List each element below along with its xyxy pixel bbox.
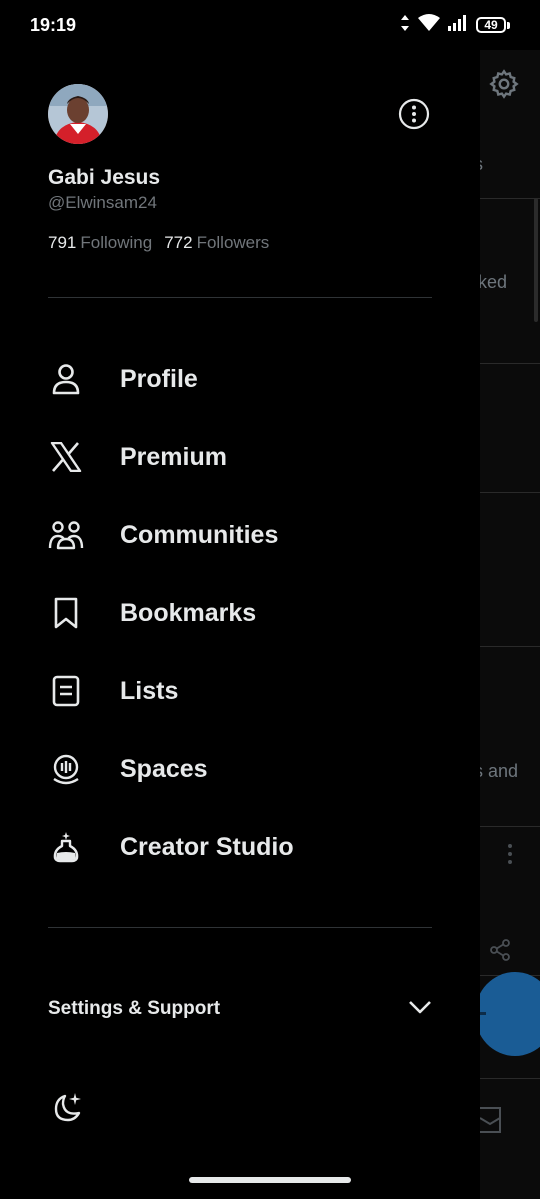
menu-item-spaces[interactable]: Spaces xyxy=(48,741,448,797)
status-time: 19:19 xyxy=(30,14,77,35)
compose-plus-icon xyxy=(480,1012,486,1015)
home-indicator[interactable] xyxy=(189,1177,351,1183)
settings-support-label: Settings & Support xyxy=(48,998,221,1019)
wifi-icon xyxy=(418,13,440,37)
menu-item-lists[interactable]: Lists xyxy=(48,663,448,719)
followers-count[interactable]: 772 xyxy=(164,233,192,253)
following-count[interactable]: 791 xyxy=(48,233,76,253)
spaces-icon xyxy=(48,751,84,787)
background-text: iked xyxy=(480,272,508,292)
menu-label: Lists xyxy=(120,676,179,705)
menu-item-premium[interactable]: Premium xyxy=(48,429,448,485)
flask-icon xyxy=(48,829,84,865)
avatar[interactable] xyxy=(48,84,108,144)
messages-icon[interactable] xyxy=(478,1106,504,1139)
battery-icon: 49 xyxy=(476,17,510,33)
menu-item-communities[interactable]: Communities xyxy=(48,507,448,563)
menu-item-profile[interactable]: Profile xyxy=(48,351,448,407)
list-icon xyxy=(48,673,84,709)
background-scrollbar xyxy=(534,198,538,322)
background-text: s xyxy=(480,154,483,175)
display-name[interactable]: Gabi Jesus xyxy=(48,166,160,190)
status-icons: 49 xyxy=(400,13,510,37)
menu-label: Bookmarks xyxy=(120,598,257,627)
more-options-icon[interactable] xyxy=(398,98,430,130)
status-bar: 19:19 49 xyxy=(0,0,540,50)
menu-label: Spaces xyxy=(120,754,208,783)
user-handle: @Elwinsam24 xyxy=(48,193,157,212)
signal-icon xyxy=(448,14,468,36)
menu-item-creator-studio[interactable]: Creator Studio xyxy=(48,819,448,875)
gear-icon[interactable] xyxy=(488,68,520,105)
followers-label[interactable]: Followers xyxy=(197,233,270,253)
settings-support-toggle[interactable]: Settings & Support xyxy=(48,990,432,1028)
menu-label: Profile xyxy=(120,364,198,393)
share-icon[interactable] xyxy=(488,938,512,967)
divider xyxy=(48,297,432,298)
chevron-down-icon xyxy=(408,1000,432,1019)
moon-icon[interactable] xyxy=(48,1090,84,1126)
person-icon xyxy=(48,361,84,397)
x-logo-icon xyxy=(48,439,84,475)
more-vertical-icon[interactable] xyxy=(505,843,515,870)
data-arrows-icon xyxy=(400,14,410,36)
communities-icon xyxy=(48,517,84,553)
background-text: s and xyxy=(480,761,519,781)
bookmark-icon xyxy=(48,595,84,631)
menu-label: Premium xyxy=(120,442,227,471)
follow-stats: 791 Following 772 Followers xyxy=(48,233,277,253)
navigation-drawer: Gabi Jesus @Elwinsam24 791 Following 772… xyxy=(0,0,480,1199)
battery-level: 49 xyxy=(476,17,506,33)
divider xyxy=(48,927,432,928)
menu-label: Communities xyxy=(120,520,279,549)
menu-label: Creator Studio xyxy=(120,832,294,861)
menu-item-bookmarks[interactable]: Bookmarks xyxy=(48,585,448,641)
following-label[interactable]: Following xyxy=(80,233,152,253)
